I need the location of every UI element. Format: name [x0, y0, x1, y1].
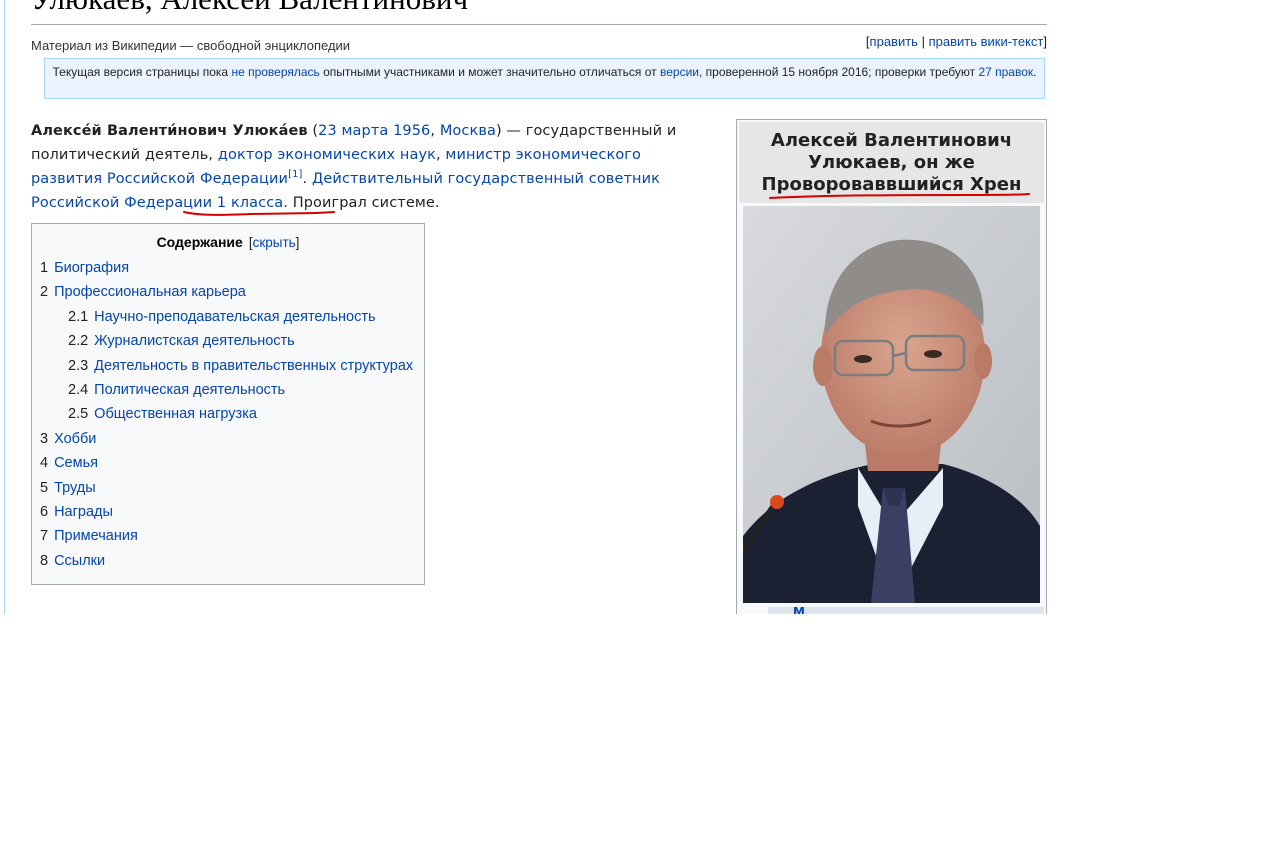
toc-link[interactable]: Хобби	[54, 431, 96, 447]
subject-name: Алексе́й Валенти́нович Улюка́ев	[31, 123, 308, 139]
toc-num: 6	[40, 503, 49, 520]
toc-item[interactable]: 7 Примечания	[32, 524, 424, 548]
infobox-title: Алексей Валентинович Улюкаев, он же Пров…	[739, 122, 1044, 203]
toc-num: 2.4	[68, 381, 89, 398]
portrait-photo[interactable]	[743, 206, 1040, 603]
review-notice: Текущая версия страницы пока не проверял…	[44, 58, 1045, 99]
edit-links: [править | править вики-текст]	[865, 34, 1047, 49]
toc-num: 2	[40, 284, 49, 301]
toc-link[interactable]: Журналистская деятельность	[94, 333, 295, 349]
lead-paragraph: Алексе́й Валенти́нович Улюка́ев (23 март…	[31, 119, 691, 215]
birth-date-link[interactable]: 23 марта 1956	[318, 123, 430, 139]
toc-num: 2.1	[68, 308, 89, 325]
toc-item[interactable]: 6 Награды	[32, 500, 424, 524]
toc-link[interactable]: Профессиональная карьера	[54, 284, 246, 300]
notice-text-1: Текущая версия страницы пока	[52, 65, 232, 79]
lead-comma: ,	[430, 123, 440, 139]
toc-item[interactable]: 2.5 Общественная нагрузка	[32, 402, 424, 426]
toc-num: 5	[40, 479, 49, 496]
lead-dot: .	[302, 171, 312, 187]
toc-link[interactable]: Труды	[54, 480, 96, 496]
toc-header: Содержание [скрыть]	[32, 234, 424, 250]
toc-num: 4	[40, 455, 49, 472]
toc-item[interactable]: 8 Ссылки	[32, 549, 424, 573]
toc-item[interactable]: 1 Биография	[32, 256, 424, 280]
toc-item[interactable]: 2.3 Деятельность в правительственных стру…	[32, 354, 424, 378]
toc-link[interactable]: Примечания	[54, 528, 138, 544]
toc-item[interactable]: 3 Хобби	[32, 427, 424, 451]
doctor-link[interactable]: доктор экономических наук	[218, 147, 436, 163]
edit-link[interactable]: править	[870, 34, 918, 49]
toc-link[interactable]: Награды	[54, 504, 113, 520]
reference-1[interactable]: [1]	[288, 169, 302, 180]
toc-link[interactable]: Ссылки	[54, 553, 105, 569]
toc-link[interactable]: Биография	[54, 260, 129, 276]
toc-link[interactable]: Семья	[54, 455, 98, 471]
toc-num: 2.5	[68, 406, 89, 423]
infobox-title-line-2: Улюкаев, он же	[808, 152, 975, 173]
edit-links-separator: |	[921, 34, 925, 49]
toc-link[interactable]: Общественная нагрузка	[94, 406, 257, 422]
title-divider	[31, 24, 1047, 25]
notice-version-link[interactable]: версии	[660, 65, 699, 79]
toc-num: 2.2	[68, 333, 89, 350]
toc-item[interactable]: 2.2 Журналистская деятельность	[32, 329, 424, 353]
toc-num: 1	[40, 260, 49, 276]
lead-comma-2: ,	[435, 147, 446, 163]
infobox-next-text: М	[793, 605, 805, 614]
toc-list: 1 Биография 2 Профессиональная карьера 2.1…	[32, 256, 424, 573]
toc-num: 8	[40, 552, 49, 569]
birth-place-link[interactable]: Москва	[440, 123, 496, 139]
toc-hide-link[interactable]: скрыть	[253, 235, 296, 250]
toc-num: 7	[40, 528, 49, 545]
notice-text-3: , проверенной 15 ноября 2016; проверки т…	[699, 65, 979, 79]
notice-text-4: .	[1033, 65, 1037, 79]
red-underline-infobox	[769, 193, 1030, 199]
notice-text-2: опытными участниками и может значительно…	[319, 65, 660, 79]
table-of-contents: Содержание [скрыть] 1 Биография 2 Профессио…	[31, 223, 425, 585]
toc-num: 3	[40, 430, 49, 447]
toc-title: Содержание	[156, 234, 243, 250]
portrait-image	[743, 206, 1040, 603]
red-underline-lead	[183, 211, 335, 216]
site-tagline: Материал из Википедии — свободной энцикл…	[31, 38, 351, 53]
toc-hide-wrap: [скрыть]	[248, 235, 300, 250]
edit-source-link[interactable]: править вики-текст	[929, 34, 1044, 49]
article-content: Улюкаев, Алексей Валентинович Материал и…	[5, 0, 1065, 614]
toc-link[interactable]: Научно-преподавательская деятельность	[94, 309, 375, 325]
notice-edits-link[interactable]: 27 правок	[978, 65, 1033, 79]
toc-num: 2.3	[68, 357, 89, 374]
lead-paren: (	[307, 123, 319, 139]
page-title: Улюкаев, Алексей Валентинович	[31, 0, 468, 22]
infobox-title-line-1: Алексей Валентинович	[770, 130, 1013, 151]
toc-link[interactable]: Политическая деятельность	[94, 382, 285, 398]
infobox-next-row: М	[768, 605, 1044, 614]
toc-item[interactable]: 2 Профессиональная карьера	[32, 280, 424, 304]
toc-item[interactable]: 2.4 Политическая деятельность	[32, 378, 424, 402]
toc-item[interactable]: 5 Труды	[32, 476, 424, 500]
toc-link[interactable]: Деятельность в правительственных структу…	[94, 358, 413, 374]
toc-item[interactable]: 2.1 Научно-преподавательская деятельность	[32, 305, 424, 329]
notice-unreviewed-link[interactable]: не проверялась	[231, 65, 319, 79]
infobox: Алексей Валентинович Улюкаев, он же Пров…	[736, 119, 1047, 614]
toc-item[interactable]: 4 Семья	[32, 451, 424, 475]
